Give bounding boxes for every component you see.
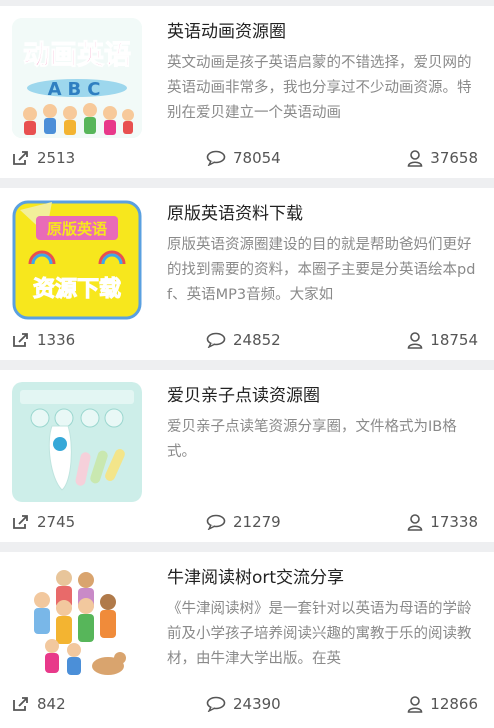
share-icon bbox=[13, 333, 28, 347]
comment-count: 24852 bbox=[233, 331, 281, 349]
share-count: 842 bbox=[37, 695, 66, 713]
member-stat[interactable]: 17338 bbox=[407, 510, 478, 534]
share-icon bbox=[13, 151, 28, 165]
member-stat[interactable]: 12866 bbox=[407, 692, 478, 716]
comment-icon bbox=[206, 150, 226, 166]
circle-thumbnail[interactable] bbox=[12, 564, 142, 684]
share-count: 2745 bbox=[37, 513, 76, 531]
circle-card[interactable]: 原版英语 资源下载 原版英语资料下载 原版英语资源圈建设的目的就是帮助爸妈们更好… bbox=[0, 188, 494, 360]
circle-stats: 2513 78054 37658 bbox=[0, 146, 494, 170]
circle-description: 《牛津阅读树》是一套针对以英语为母语的学龄前及小学孩子培养阅读兴趣的寓教于乐的阅… bbox=[167, 601, 472, 667]
circle-description: 英文动画是孩子英语启蒙的不错选择，爱贝网的英语动画非常多，我也分享过不少动画资源… bbox=[167, 55, 472, 121]
circle-title[interactable]: 爱贝亲子点读资源圈 bbox=[167, 384, 482, 408]
circle-description: 原版英语资源圈建设的目的就是帮助爸妈们更好的找到需要的资料，本圈子主要是分英语绘… bbox=[167, 237, 476, 303]
thumb-abc-text: ABC bbox=[48, 79, 107, 100]
share-count: 1336 bbox=[37, 331, 76, 349]
circle-thumbnail[interactable]: 动画英语 ABC bbox=[12, 18, 142, 138]
comment-count: 21279 bbox=[233, 513, 281, 531]
circle-description: 爱贝亲子点读笔资源分享圈，文件格式为IB格式。 bbox=[167, 419, 457, 460]
share-icon bbox=[13, 515, 28, 529]
member-count: 18754 bbox=[430, 331, 478, 349]
circle-title[interactable]: 牛津阅读树ort交流分享 bbox=[167, 566, 482, 590]
comment-icon bbox=[206, 332, 226, 348]
circle-list: 动画英语 ABC 英语动画资源圈 英文动画是孩子英语启蒙的不错选择，爱贝网的英语… bbox=[0, 0, 494, 728]
circle-card[interactable]: 牛津阅读树ort交流分享 《牛津阅读树》是一套针对以英语为母语的学龄前及小学孩子… bbox=[0, 552, 494, 728]
member-stat[interactable]: 18754 bbox=[407, 328, 478, 352]
thumb-title-text: 原版英语 bbox=[47, 220, 107, 238]
share-stat[interactable]: 1336 bbox=[12, 328, 75, 352]
share-stat[interactable]: 2745 bbox=[12, 510, 75, 534]
member-count: 17338 bbox=[430, 513, 478, 531]
comment-stat[interactable]: 78054 bbox=[206, 146, 281, 170]
share-count: 2513 bbox=[37, 149, 76, 167]
user-icon bbox=[407, 331, 423, 349]
share-stat[interactable]: 2513 bbox=[12, 146, 75, 170]
comment-stat[interactable]: 24390 bbox=[206, 692, 281, 716]
comment-count: 78054 bbox=[233, 149, 281, 167]
member-stat[interactable]: 37658 bbox=[407, 146, 478, 170]
user-icon bbox=[407, 149, 423, 167]
circle-title[interactable]: 英语动画资源圈 bbox=[167, 20, 482, 44]
comment-icon bbox=[206, 514, 226, 530]
circle-stats: 842 24390 12866 bbox=[0, 692, 494, 716]
circle-thumbnail[interactable]: 原版英语 资源下载 bbox=[12, 200, 142, 320]
member-count: 37658 bbox=[430, 149, 478, 167]
comment-count: 24390 bbox=[233, 695, 281, 713]
share-icon bbox=[13, 697, 28, 711]
comment-icon bbox=[206, 696, 226, 712]
share-stat[interactable]: 842 bbox=[12, 692, 66, 716]
member-count: 12866 bbox=[430, 695, 478, 713]
circle-card[interactable]: 动画英语 ABC 英语动画资源圈 英文动画是孩子英语启蒙的不错选择，爱贝网的英语… bbox=[0, 6, 494, 178]
circle-card[interactable]: 爱贝亲子点读资源圈 爱贝亲子点读笔资源分享圈，文件格式为IB格式。 2745 2… bbox=[0, 370, 494, 542]
circle-stats: 2745 21279 17338 bbox=[0, 510, 494, 534]
circle-thumbnail[interactable] bbox=[12, 382, 142, 502]
thumb-title-text: 动画英语 bbox=[23, 40, 131, 71]
thumb-subtitle-text: 资源下载 bbox=[33, 276, 121, 302]
user-icon bbox=[407, 513, 423, 531]
circle-title[interactable]: 原版英语资料下载 bbox=[167, 202, 482, 226]
circle-stats: 1336 24852 18754 bbox=[0, 328, 494, 352]
user-icon bbox=[407, 695, 423, 713]
comment-stat[interactable]: 21279 bbox=[206, 510, 281, 534]
comment-stat[interactable]: 24852 bbox=[206, 328, 281, 352]
